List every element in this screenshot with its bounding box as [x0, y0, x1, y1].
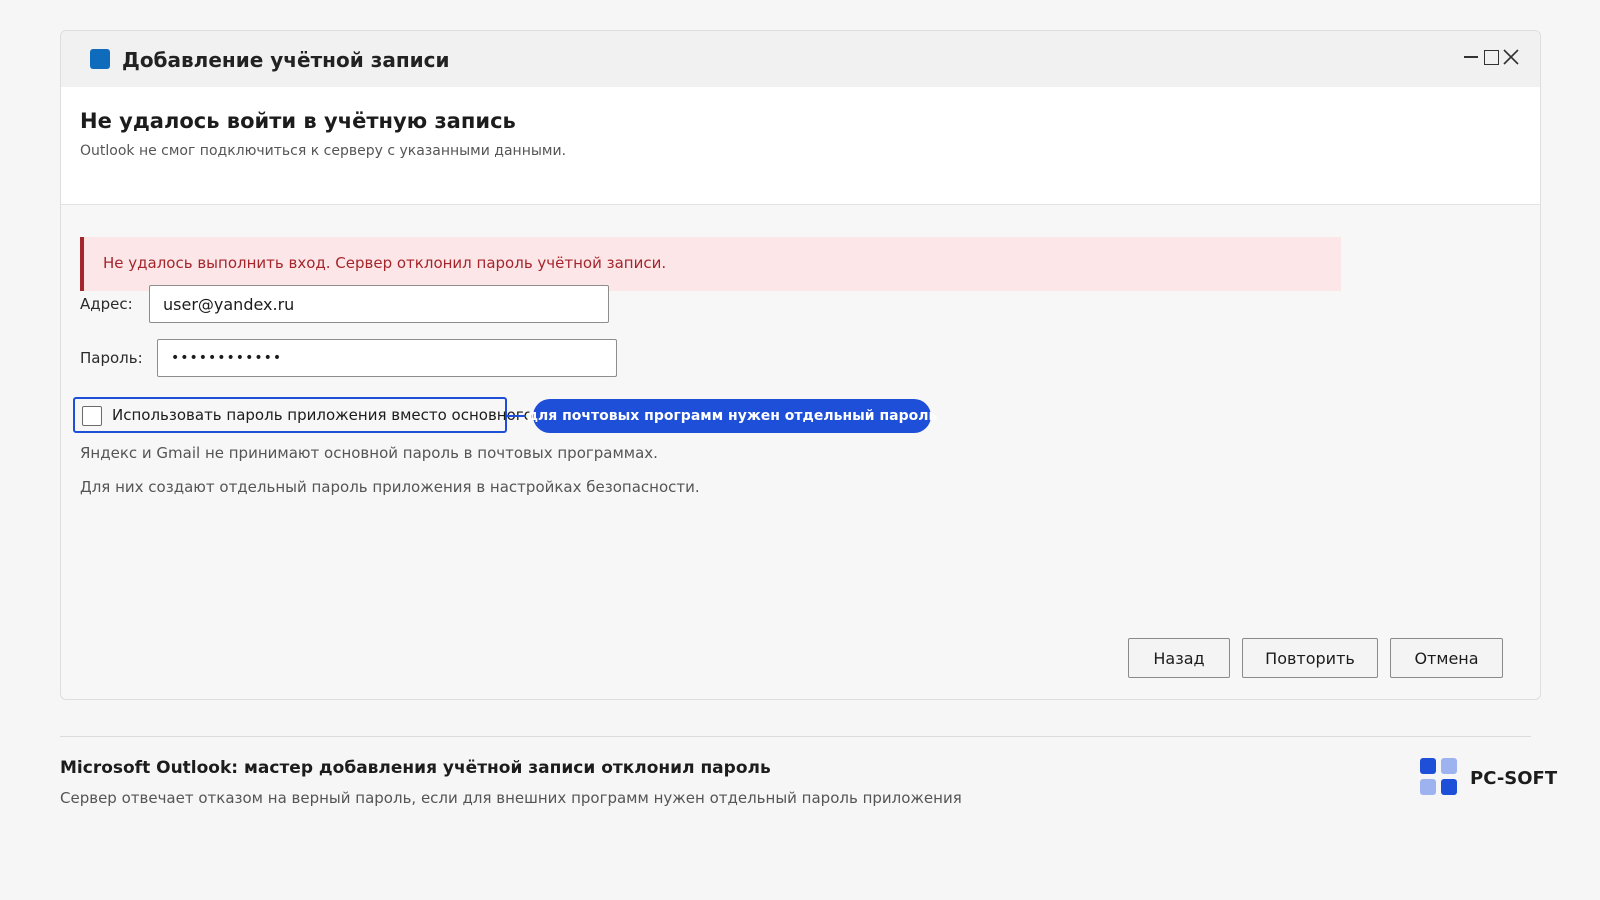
address-field[interactable]: user@yandex.ru — [149, 285, 609, 323]
app-password-checkbox-label[interactable]: Использовать пароль приложения вместо ос… — [112, 406, 533, 424]
callout-connector — [507, 415, 526, 417]
caption-title: Microsoft Outlook: мастер добавления учё… — [60, 758, 771, 778]
page-header: Не удалось войти в учётную запись Outloo… — [61, 87, 1540, 205]
logo-square-icon — [1420, 779, 1436, 795]
app-password-checkbox[interactable] — [82, 406, 102, 426]
close-icon[interactable] — [1501, 45, 1521, 69]
error-message: Не удалось выполнить вход. Сервер отклон… — [103, 254, 667, 272]
outlook-app-icon — [90, 49, 110, 69]
address-label: Адрес: — [80, 295, 133, 313]
logo-square-icon — [1441, 779, 1457, 795]
brand-name: PC-SOFT — [1470, 768, 1558, 789]
logo-square-icon — [1420, 758, 1436, 774]
app-password-option[interactable]: Использовать пароль приложения вместо ос… — [73, 397, 533, 433]
page-subtitle: Outlook не смог подключиться к серверу с… — [80, 143, 567, 159]
password-field[interactable]: •••••••••••• — [157, 339, 617, 377]
caption-subtitle: Сервер отвечает отказом на верный пароль… — [60, 789, 962, 807]
annotation-callout: для почтовых программ нужен отдельный па… — [527, 399, 937, 433]
window-title: Добавление учётной записи — [122, 48, 450, 72]
error-banner: Не удалось выполнить вход. Сервер отклон… — [80, 237, 1341, 291]
retry-button[interactable]: Повторить — [1242, 638, 1378, 678]
page-title: Не удалось войти в учётную запись — [80, 109, 516, 133]
caption-divider — [60, 736, 1531, 737]
back-button[interactable]: Назад — [1128, 638, 1230, 678]
pc-soft-logo: PC-SOFT — [1420, 758, 1570, 798]
minimize-icon[interactable] — [1461, 45, 1481, 69]
help-text-line-2: Для них создают отдельный пароль приложе… — [80, 478, 700, 496]
title-bar: Добавление учётной записи — [61, 31, 1540, 87]
account-wizard-window: Добавление учётной записи Не удалось вой… — [60, 30, 1541, 700]
logo-square-icon — [1441, 758, 1457, 774]
cancel-button[interactable]: Отмена — [1390, 638, 1503, 678]
help-text-line-1: Яндекс и Gmail не принимают основной пар… — [80, 444, 658, 462]
password-label: Пароль: — [80, 349, 143, 367]
maximize-icon[interactable] — [1481, 45, 1501, 69]
